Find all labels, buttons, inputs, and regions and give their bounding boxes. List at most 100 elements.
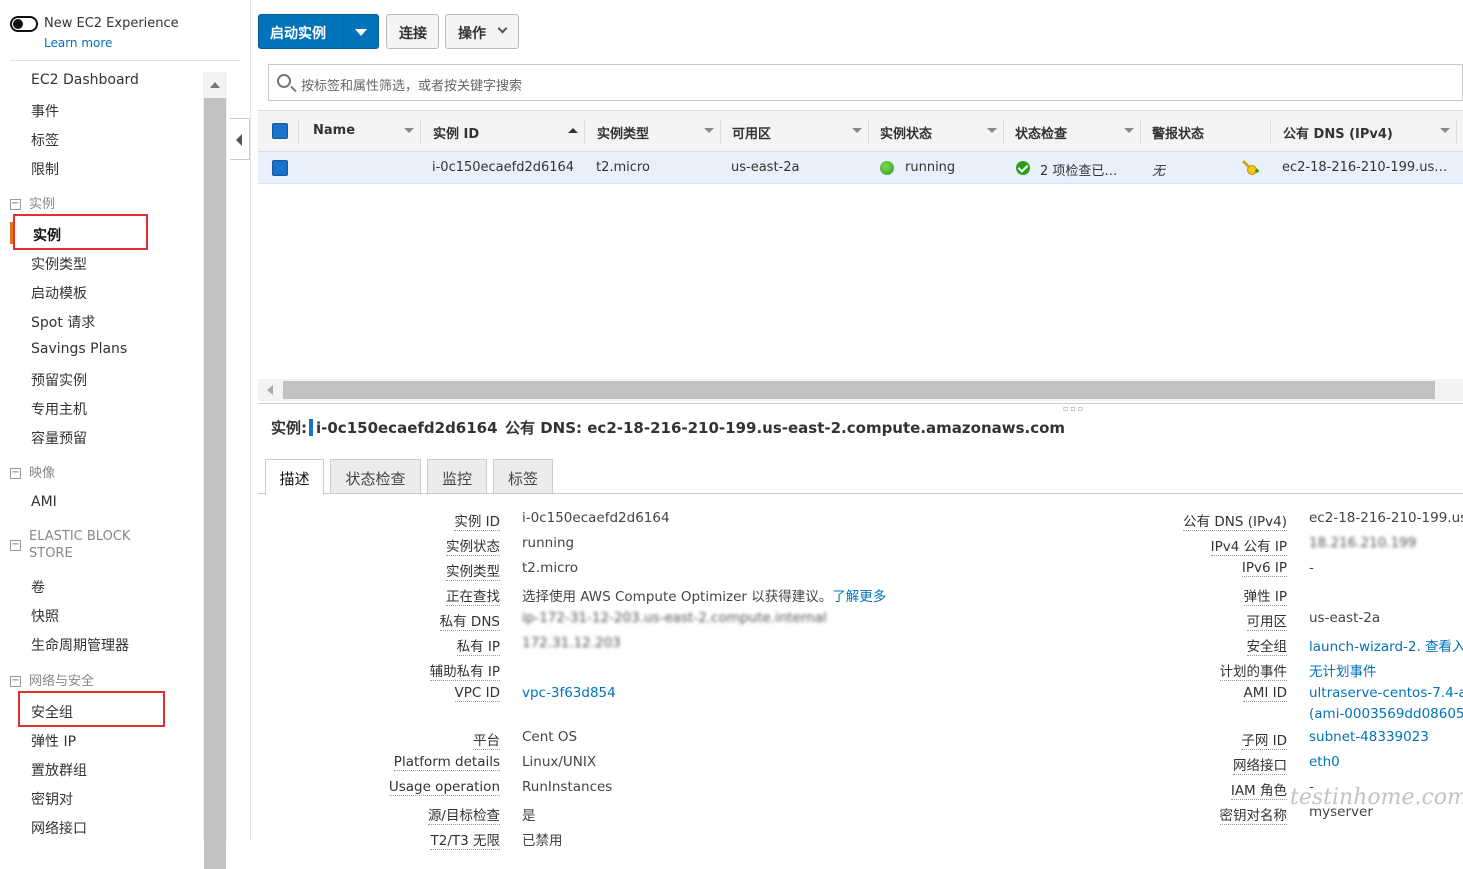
tab-tags[interactable]: 标签 xyxy=(493,459,553,493)
chevron-down-icon xyxy=(497,23,508,34)
actions-button[interactable]: 操作 xyxy=(445,14,519,49)
learn-more-link[interactable]: 了解更多 xyxy=(832,589,886,605)
section-label: ELASTIC BLOCK STORE xyxy=(29,529,131,561)
nav-ami[interactable]: AMI xyxy=(31,494,57,510)
collapse-icon: − xyxy=(10,467,21,479)
scroll-left-icon[interactable] xyxy=(267,385,273,395)
instance-label: 实例: xyxy=(271,419,307,437)
value-vpc-id-link[interactable]: vpc-3f63d854 xyxy=(522,685,616,701)
drag-handle-icon[interactable]: ▫▫▫ xyxy=(1063,404,1085,413)
nav-network-interfaces[interactable]: 网络接口 xyxy=(31,818,87,838)
nav-launch-templates[interactable]: 启动模板 xyxy=(31,283,87,303)
value-subnet-id-link[interactable]: subnet-48339023 xyxy=(1309,729,1429,745)
nav-limits[interactable]: 限制 xyxy=(31,159,59,179)
row-checkbox[interactable] xyxy=(272,160,288,176)
running-status-icon xyxy=(880,161,894,175)
nav-lifecycle-manager[interactable]: 生命周期管理器 xyxy=(31,635,129,655)
collapse-icon: − xyxy=(10,198,21,210)
cell-instance-type: t2.micro xyxy=(596,160,650,175)
nav-reserved-instances[interactable]: 预留实例 xyxy=(31,370,87,390)
tab-label: 标签 xyxy=(507,470,538,488)
nav-tags[interactable]: 标签 xyxy=(31,130,59,150)
nav-dedicated-hosts[interactable]: 专用主机 xyxy=(31,399,87,419)
label-vpc-id: VPC ID xyxy=(454,685,500,702)
nav-instance-types[interactable]: 实例类型 xyxy=(31,254,87,274)
column-header-instance-state[interactable]: 实例状态 xyxy=(880,123,932,142)
value-security-group-link[interactable]: launch-wizard-2. 查看入站 xyxy=(1309,635,1463,655)
sidebar-scrollbar[interactable] xyxy=(203,72,227,869)
table-row[interactable]: i-0c150ecaefd2d6164 t2.micro us-east-2a … xyxy=(258,152,1463,184)
sort-icon[interactable] xyxy=(404,128,414,133)
sort-icon[interactable] xyxy=(987,128,997,133)
search-icon xyxy=(277,74,291,88)
finding-text: 选择使用 AWS Compute Optimizer 以获得建议。 xyxy=(522,589,833,605)
tab-status-checks[interactable]: 状态检查 xyxy=(330,459,421,493)
value-ami-id-link[interactable]: (ami-0003569dd086058 xyxy=(1309,706,1463,722)
label-platform-details: Platform details xyxy=(393,754,500,771)
label-instance-id: 实例 ID xyxy=(454,510,500,531)
column-header-availability-zone[interactable]: 可用区 xyxy=(732,123,771,142)
value-usage-operation: RunInstances xyxy=(522,779,613,795)
section-instances[interactable]: − 实例 xyxy=(10,193,55,212)
divider xyxy=(1140,120,1141,144)
tab-monitoring[interactable]: 监控 xyxy=(427,459,487,493)
section-network[interactable]: − 网络与安全 xyxy=(10,670,94,689)
nav-key-pairs[interactable]: 密钥对 xyxy=(31,789,73,809)
nav-capacity-reservations[interactable]: 容量预留 xyxy=(31,428,87,448)
value-ami-name-link[interactable]: ultraserve-centos-7.4-am xyxy=(1309,685,1463,701)
value-eth0-link[interactable]: eth0 xyxy=(1309,754,1340,770)
sort-icon[interactable] xyxy=(704,128,714,133)
search-placeholder: 按标签和属性筛选，或者按关键字搜索 xyxy=(301,79,523,94)
column-header-instance-type[interactable]: 实例类型 xyxy=(597,123,649,142)
table-header: Name 实例 ID 实例类型 可用区 实例状态 状态检查 警报状态 公有 DN… xyxy=(258,110,1463,152)
value-t2t3-unlimited: 已禁用 xyxy=(522,833,563,849)
scrollbar-thumb[interactable] xyxy=(204,98,226,869)
table-horizontal-scrollbar[interactable] xyxy=(258,379,1463,401)
create-alarm-icon[interactable] xyxy=(1241,158,1259,176)
label-instance-type: 实例类型 xyxy=(446,560,500,581)
nav-volumes[interactable]: 卷 xyxy=(31,577,45,597)
sort-ascending-icon[interactable] xyxy=(568,128,578,133)
scroll-up-icon[interactable] xyxy=(210,82,220,88)
cell-instance-id: i-0c150ecaefd2d6164 xyxy=(432,160,575,175)
section-ebs[interactable]: − ELASTIC BLOCK STORE xyxy=(10,528,149,562)
label-private-ip: 私有 IP xyxy=(456,635,500,656)
column-header-instance-id[interactable]: 实例 ID xyxy=(433,123,479,142)
nav-ec2-dashboard[interactable]: EC2 Dashboard xyxy=(31,72,139,88)
scrollbar-thumb[interactable] xyxy=(283,381,1435,399)
filter-search-box[interactable]: 按标签和属性筛选，或者按关键字搜索 xyxy=(268,64,1463,101)
value-availability-zone: us-east-2a xyxy=(1309,610,1381,626)
nav-elastic-ips[interactable]: 弹性 IP xyxy=(31,731,76,751)
nav-snapshots[interactable]: 快照 xyxy=(31,606,59,626)
pane-splitter[interactable] xyxy=(258,403,1463,404)
cell-availability-zone: us-east-2a xyxy=(731,160,800,175)
sort-icon[interactable] xyxy=(1440,128,1450,133)
column-header-public-dns[interactable]: 公有 DNS (IPv4) xyxy=(1283,123,1393,142)
column-header-name[interactable]: Name xyxy=(313,123,355,138)
label-secondary-private-ip: 辅助私有 IP xyxy=(429,660,500,681)
learn-more-link[interactable]: Learn more xyxy=(44,36,112,50)
value-public-dns: ec2-18-216-210-199.us-e xyxy=(1309,510,1463,526)
nav-placement-groups[interactable]: 置放群组 xyxy=(31,760,87,780)
collapse-sidebar-button[interactable] xyxy=(230,118,250,160)
nav-savings-plans[interactable]: Savings Plans xyxy=(31,341,127,357)
divider xyxy=(1456,120,1457,144)
section-images[interactable]: − 映像 xyxy=(10,462,55,481)
sort-icon[interactable] xyxy=(852,128,862,133)
nav-spot-requests[interactable]: Spot 请求 xyxy=(31,312,95,332)
toggle-switch[interactable] xyxy=(10,16,38,32)
sidebar: New EC2 Experience Learn more EC2 Dashbo… xyxy=(0,0,251,869)
sort-icon[interactable] xyxy=(1124,128,1134,133)
value-scheduled-events-link[interactable]: 无计划事件 xyxy=(1309,660,1377,680)
column-header-status-checks[interactable]: 状态检查 xyxy=(1015,123,1067,142)
tab-description[interactable]: 描述 xyxy=(265,459,324,495)
cell-status-checks[interactable]: 2 项检查已… xyxy=(1040,160,1117,179)
select-all-checkbox[interactable] xyxy=(272,123,288,139)
column-header-alarm-status[interactable]: 警报状态 xyxy=(1152,123,1204,142)
nav-events[interactable]: 事件 xyxy=(31,101,59,121)
caret-down-icon[interactable] xyxy=(355,29,367,36)
launch-instance-button[interactable]: 启动实例 xyxy=(258,14,379,49)
label-subnet-id: 子网 ID xyxy=(1241,729,1287,750)
value-instance-id: i-0c150ecaefd2d6164 xyxy=(522,510,670,526)
connect-button[interactable]: 连接 xyxy=(386,14,439,49)
